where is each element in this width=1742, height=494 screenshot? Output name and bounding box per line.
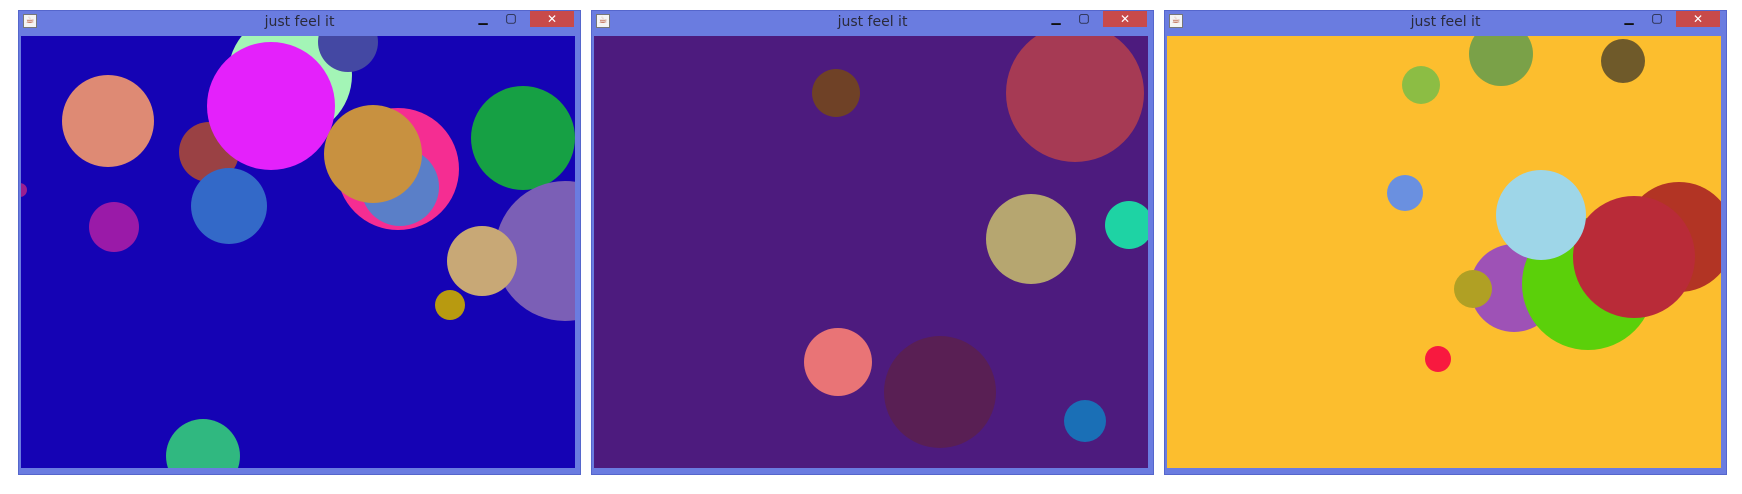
window-title: just feel it [1410, 14, 1481, 30]
maximize-button[interactable]: ▢ [1075, 11, 1093, 27]
circle [1601, 39, 1645, 83]
close-button[interactable]: ✕ [530, 11, 574, 27]
circle [447, 226, 517, 296]
circle [1387, 175, 1423, 211]
close-button[interactable]: ✕ [1676, 11, 1720, 27]
circle [1064, 400, 1106, 442]
circle-canvas [21, 36, 575, 468]
circle [1006, 36, 1144, 162]
title-bar[interactable]: ☕ just feel it ▁ ▢ ✕ [1165, 11, 1726, 36]
circle [1454, 270, 1492, 308]
maximize-button[interactable]: ▢ [502, 11, 520, 27]
app-window-1: ☕ just feel it ▁ ▢ ✕ [18, 10, 581, 475]
title-bar[interactable]: ☕ just feel it ▁ ▢ ✕ [19, 11, 580, 36]
maximize-button[interactable]: ▢ [1648, 11, 1666, 27]
circle [324, 105, 422, 203]
app-window-2: ☕ just feel it ▁ ▢ ✕ [591, 10, 1154, 475]
minimize-button[interactable]: ▁ [474, 11, 492, 27]
circle [804, 328, 872, 396]
circle [1402, 66, 1440, 104]
window-title: just feel it [837, 14, 908, 30]
circle [884, 336, 996, 448]
title-bar[interactable]: ☕ just feel it ▁ ▢ ✕ [592, 11, 1153, 36]
circle [207, 42, 335, 170]
close-button[interactable]: ✕ [1103, 11, 1147, 27]
circle-canvas [1167, 36, 1721, 468]
circle [1425, 346, 1451, 372]
circle [1105, 201, 1148, 249]
circle [812, 69, 860, 117]
minimize-button[interactable]: ▁ [1047, 11, 1065, 27]
circle [986, 194, 1076, 284]
circle [21, 183, 27, 197]
circle [435, 290, 465, 320]
circle [166, 419, 240, 468]
circle-canvas [594, 36, 1148, 468]
circle [1573, 196, 1695, 318]
circle [471, 86, 575, 190]
circle [191, 168, 267, 244]
app-window-3: ☕ just feel it ▁ ▢ ✕ [1164, 10, 1727, 475]
circle [62, 75, 154, 167]
minimize-button[interactable]: ▁ [1620, 11, 1638, 27]
circle [1469, 36, 1533, 86]
circle [89, 202, 139, 252]
window-title: just feel it [264, 14, 335, 30]
circle [1496, 170, 1586, 260]
